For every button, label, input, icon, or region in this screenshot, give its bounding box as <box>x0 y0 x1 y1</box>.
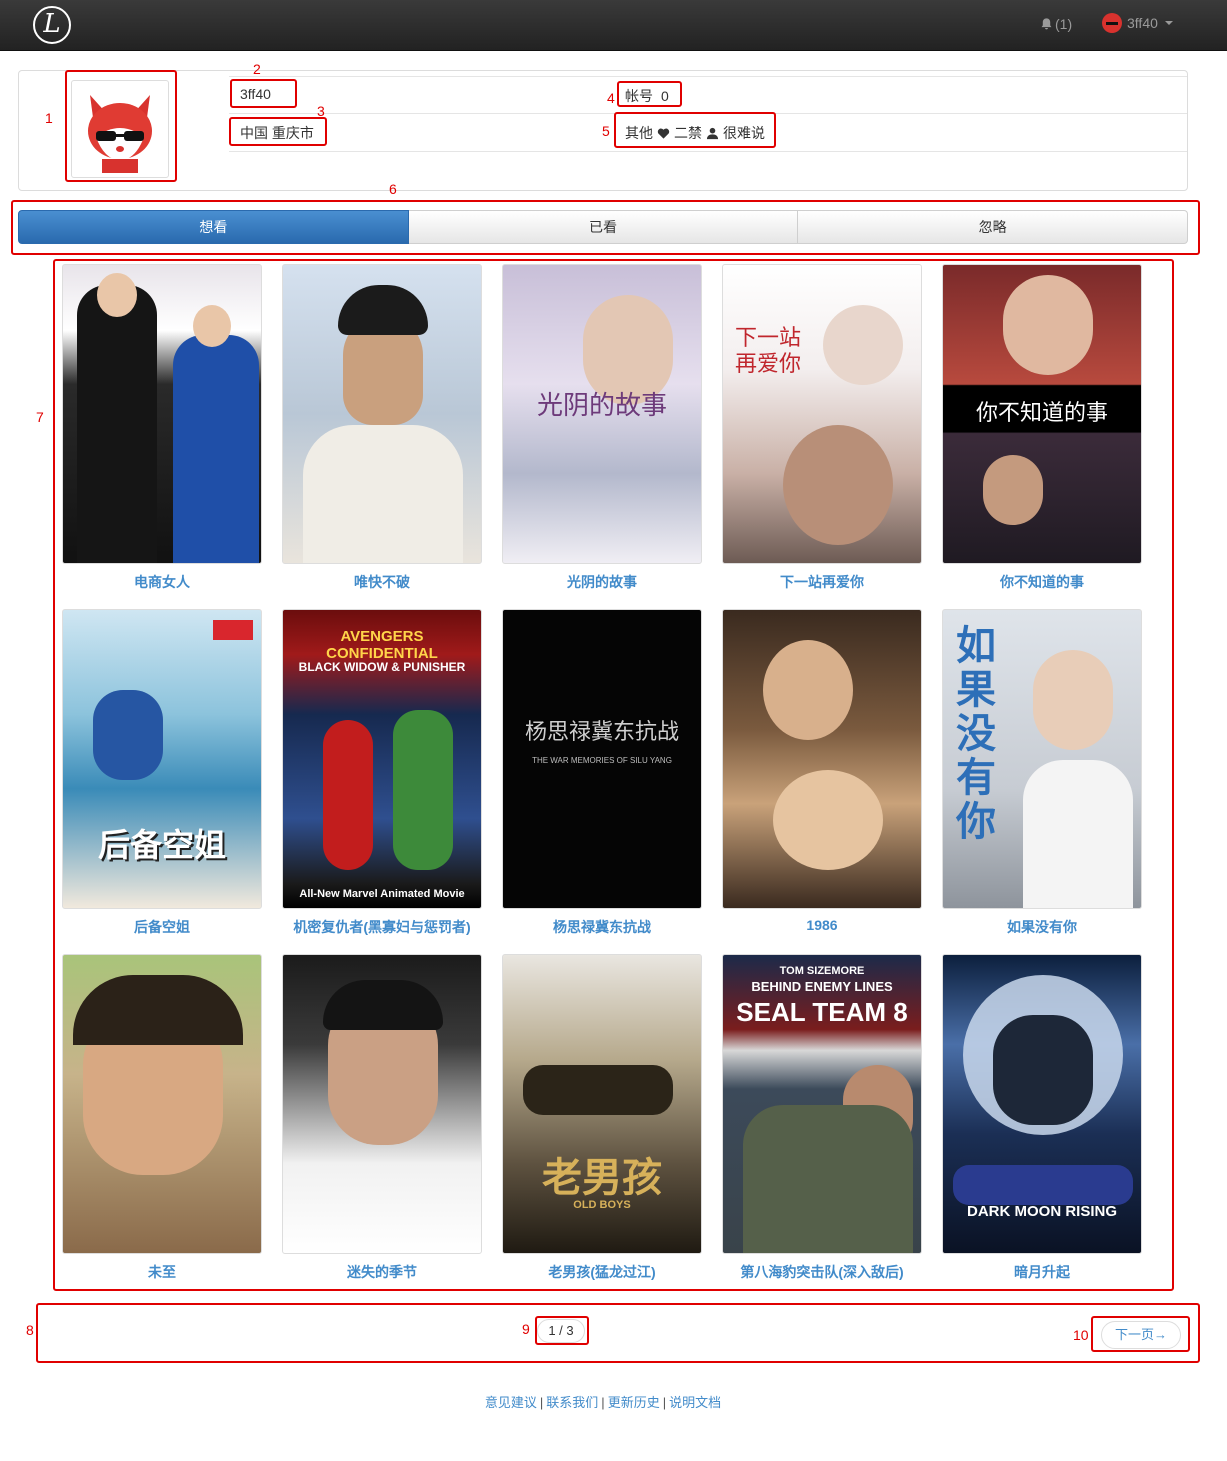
annotation-box <box>11 200 1200 255</box>
footer-link-feedback[interactable]: 意见建议 <box>485 1395 537 1410</box>
annotation-number: 6 <box>389 181 397 197</box>
user-avatar-small <box>1102 13 1122 33</box>
annotation-box <box>614 112 776 148</box>
user-menu-name: 3ff40 <box>1127 15 1158 31</box>
footer-link-changelog[interactable]: 更新历史 <box>608 1395 660 1410</box>
annotation-box <box>535 1316 589 1345</box>
annotation-number: 4 <box>607 90 615 106</box>
bell-icon <box>1041 18 1052 30</box>
logo[interactable]: L <box>33 6 71 44</box>
annotation-number: 10 <box>1073 1327 1089 1343</box>
annotation-number: 2 <box>253 61 261 77</box>
annotation-box <box>36 1303 1200 1363</box>
footer-separator: | <box>601 1395 605 1410</box>
annotation-box <box>65 70 177 182</box>
footer-link-docs[interactable]: 说明文档 <box>669 1395 721 1410</box>
notification-count: (1) <box>1055 16 1073 32</box>
divider <box>229 76 1187 77</box>
annotation-box <box>229 117 327 146</box>
annotation-box <box>1091 1316 1190 1352</box>
notification-button[interactable]: (1) <box>1040 16 1072 32</box>
footer-separator: | <box>662 1395 667 1410</box>
chevron-down-icon <box>1164 21 1173 25</box>
footer-link-contact[interactable]: 联系我们 <box>546 1395 598 1410</box>
annotation-box <box>230 79 297 108</box>
footer: 意见建议 | 联系我们 | 更新历史 | 说明文档 <box>0 1392 1206 1411</box>
annotation-number: 8 <box>26 1322 34 1338</box>
annotation-number: 3 <box>317 103 325 119</box>
annotation-number: 5 <box>602 123 610 139</box>
annotation-number: 9 <box>522 1321 530 1337</box>
user-menu-dropdown[interactable]: 3ff40 <box>1102 13 1173 33</box>
annotation-number: 7 <box>36 409 44 425</box>
divider <box>229 151 1187 152</box>
footer-separator: | <box>539 1395 544 1410</box>
annotation-box <box>617 81 682 107</box>
top-navbar: L (1) 3ff40 <box>0 0 1227 51</box>
annotation-number: 1 <box>45 110 53 126</box>
annotation-box <box>53 259 1174 1291</box>
